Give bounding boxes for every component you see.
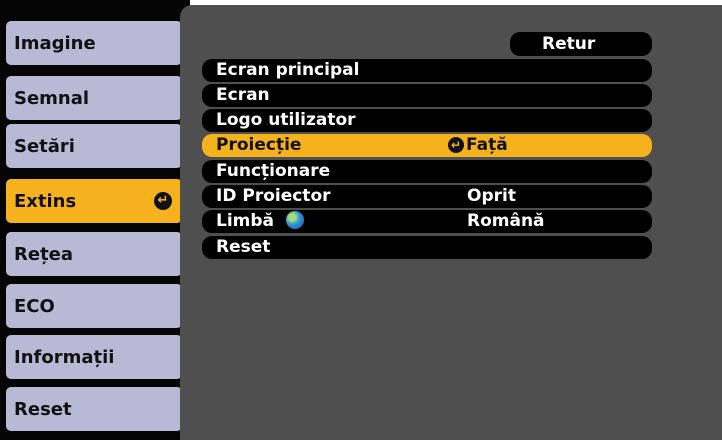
enter-icon: ↵ (154, 192, 172, 210)
sidebar-item-eco[interactable]: ECO (6, 284, 182, 328)
sidebar-item-label: Setări (14, 135, 75, 157)
sidebar-item-label: Extins (14, 190, 77, 212)
menu-item-label: Logo utilizator (216, 110, 356, 130)
return-label: Retur (542, 34, 596, 54)
menu-item-label-wrap: Limbă (216, 211, 305, 231)
sidebar: Imagine Semnal Setări Extins ↵ Rețea ECO… (0, 0, 190, 440)
menu-item-reset[interactable]: Reset (202, 236, 652, 259)
sidebar-item-semnal[interactable]: Semnal (6, 76, 182, 120)
menu-item-ecran-principal[interactable]: Ecran principal (202, 59, 652, 82)
menu-item-logo-utilizator[interactable]: Logo utilizator (202, 109, 652, 132)
sidebar-item-imagine[interactable]: Imagine (6, 21, 182, 65)
sidebar-item-setari[interactable]: Setări (6, 124, 182, 168)
menu-item-label: ID Proiector (216, 186, 331, 206)
sidebar-item-retea[interactable]: Rețea (6, 232, 182, 276)
enter-icon: ↵ (448, 137, 464, 153)
menu-item-label: Ecran principal (216, 60, 360, 80)
sidebar-item-label: Semnal (14, 87, 90, 109)
menu-item-id-proiector[interactable]: ID Proiector Oprit (202, 185, 652, 208)
globe-icon (286, 211, 305, 229)
menu-item-value: Oprit (467, 186, 516, 206)
menu-item-value: ↵ Față (448, 135, 508, 155)
sidebar-item-label: Rețea (14, 243, 74, 265)
menu-item-value: Română (467, 211, 545, 231)
menu-item-limba[interactable]: Limbă Română (202, 210, 652, 233)
sidebar-item-extins[interactable]: Extins ↵ (6, 179, 182, 223)
sidebar-item-label: Informații (14, 346, 115, 368)
menu-item-functionare[interactable]: Funcționare (202, 160, 652, 183)
sidebar-item-label: Reset (14, 398, 72, 420)
sidebar-item-label: ECO (14, 295, 55, 317)
menu-item-label: Reset (216, 237, 271, 257)
menu-item-value-text: Față (466, 135, 508, 155)
menu-item-label: Ecran (216, 85, 270, 105)
return-button[interactable]: Retur (510, 32, 652, 56)
sidebar-item-label: Imagine (14, 32, 96, 54)
menu-item-proiectie[interactable]: Proiecție ↵ Față (202, 134, 652, 157)
menu-item-label: Limbă (216, 211, 275, 231)
sidebar-item-informatii[interactable]: Informații (6, 335, 182, 379)
menu-item-label: Proiecție (216, 135, 302, 155)
menu-item-ecran[interactable]: Ecran (202, 84, 652, 107)
menu-item-label: Funcționare (216, 161, 331, 181)
sidebar-item-reset[interactable]: Reset (6, 387, 182, 431)
